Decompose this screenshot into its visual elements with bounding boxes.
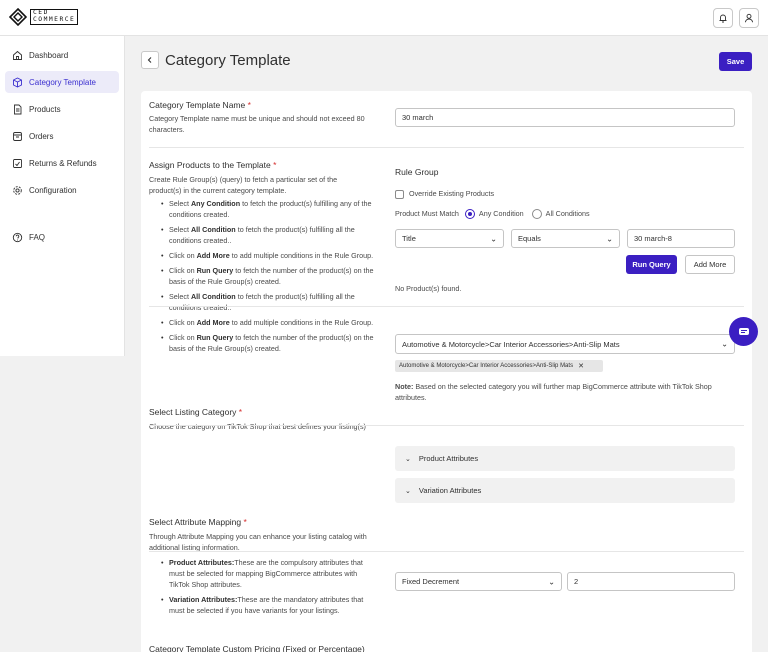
chevron-down-icon: ⌄ (721, 339, 728, 349)
sidebar-item-configuration[interactable]: Configuration (5, 179, 119, 201)
listing-category-description: Choose the category on TikTok Shop that … (149, 422, 366, 431)
attribute-mapping-description: Through Attribute Mapping you can enhanc… (149, 532, 367, 552)
override-existing-checkbox[interactable]: Override Existing Products (395, 188, 494, 199)
any-condition-radio[interactable] (464, 208, 475, 219)
query-result-text: No Product(s) found. (395, 284, 462, 293)
custom-pricing-title: Category Template Custom Pricing (Fixed … (149, 644, 365, 652)
logo-mark-icon (8, 7, 28, 27)
sidebar-item-label: Dashboard (29, 50, 69, 60)
chevron-down-icon: ⌄ (405, 455, 411, 463)
match-condition-group: Product Must Match Any Condition All Con… (395, 208, 590, 219)
listing-category-title: Select Listing Category * (149, 407, 243, 417)
home-icon (11, 49, 23, 61)
chevron-down-icon: ⌄ (490, 234, 497, 243)
list-item: Variation Attributes:These are the manda… (149, 594, 377, 616)
all-conditions-label[interactable]: All Conditions (546, 208, 590, 219)
list-item: Select Any Condition to fetch the produc… (149, 198, 379, 220)
assign-products-instructions: Select Any Condition to fetch the produc… (149, 198, 379, 354)
sidebar-item-label: Returns & Refunds (29, 158, 97, 168)
list-item: Product Attributes:These are the compuls… (149, 557, 377, 590)
user-account-button[interactable] (739, 8, 759, 28)
template-name-title: Category Template Name * (149, 100, 251, 110)
match-label: Product Must Match (395, 209, 459, 218)
list-item: Click on Add More to add multiple condit… (149, 250, 379, 261)
sidebar-item-label: Products (29, 104, 61, 114)
sidebar-item-label: FAQ (29, 232, 46, 242)
chevron-left-icon (147, 57, 152, 63)
sidebar: Dashboard Category Template Products Ord… (0, 36, 125, 356)
add-more-button[interactable]: Add More (685, 255, 735, 274)
sidebar-item-label: Orders (29, 131, 54, 141)
chat-support-button[interactable] (729, 317, 758, 346)
divider (149, 425, 744, 426)
template-name-description: Category Template name must be unique an… (149, 114, 365, 134)
user-icon (745, 13, 753, 23)
sidebar-item-faq[interactable]: FAQ (5, 226, 119, 248)
logo-line-2: COMMERCE (33, 16, 76, 23)
page-title: Category Template (165, 51, 291, 69)
divider (149, 551, 744, 552)
assign-products-title: Assign Products to the Template * (149, 160, 277, 170)
sidebar-item-dashboard[interactable]: Dashboard (5, 44, 119, 66)
list-item: Select All Condition to fetch the produc… (149, 224, 379, 246)
save-button[interactable]: Save (719, 52, 752, 71)
bell-icon (719, 14, 727, 23)
page-header: Category Template (141, 51, 291, 69)
pricing-value-input[interactable]: 2 (567, 572, 735, 591)
selected-category-tag: Automotive & Motorcycle>Car Interior Acc… (395, 360, 603, 372)
rule-operator-select[interactable]: Equals ⌄ (511, 229, 620, 248)
sidebar-item-orders[interactable]: Orders (5, 125, 119, 147)
sidebar-item-returns-refunds[interactable]: Returns & Refunds (5, 152, 119, 174)
gear-icon (11, 184, 23, 196)
attribute-mapping-instructions: Product Attributes:These are the compuls… (149, 557, 377, 616)
back-button[interactable] (141, 51, 159, 69)
remove-tag-icon[interactable]: ✕ (578, 362, 584, 370)
list-item: Select All Condition to fetch the produc… (149, 291, 379, 313)
chevron-down-icon: ⌄ (405, 487, 411, 495)
question-icon (11, 231, 23, 243)
rule-field-select[interactable]: Title ⌄ (395, 229, 504, 248)
top-bar: CED COMMERCE (0, 0, 768, 36)
notifications-button[interactable] (713, 8, 733, 28)
sidebar-item-category-template[interactable]: Category Template (5, 71, 119, 93)
cedcommerce-logo[interactable]: CED COMMERCE (8, 7, 79, 27)
chevron-down-icon: ⌄ (548, 577, 555, 586)
product-attributes-accordion[interactable]: ⌄ Product Attributes (395, 446, 735, 471)
cube-icon (11, 76, 23, 88)
run-query-button[interactable]: Run Query (626, 255, 677, 274)
rule-group-title: Rule Group (395, 167, 439, 177)
inbox-icon (11, 130, 23, 142)
variation-attributes-accordion[interactable]: ⌄ Variation Attributes (395, 478, 735, 503)
template-name-input[interactable]: 30 march (395, 108, 735, 127)
chat-icon (738, 327, 749, 335)
list-item: Click on Run Query to fetch the number o… (149, 332, 379, 354)
category-note: Note: Based on the selected category you… (395, 382, 712, 402)
attribute-mapping-title: Select Attribute Mapping * (149, 517, 247, 527)
pricing-type-select[interactable]: Fixed Decrement ⌄ (395, 572, 562, 591)
divider (149, 147, 744, 148)
returns-icon (11, 157, 23, 169)
sidebar-item-products[interactable]: Products (5, 98, 119, 120)
list-item: Click on Run Query to fetch the number o… (149, 265, 379, 287)
all-conditions-radio[interactable] (531, 208, 542, 219)
chevron-down-icon: ⌄ (606, 234, 613, 243)
sidebar-item-label: Configuration (29, 185, 77, 195)
list-item: Click on Add More to add multiple condit… (149, 317, 379, 328)
logo-text: CED COMMERCE (30, 9, 79, 25)
sidebar-item-label: Category Template (29, 77, 96, 87)
rule-value-input[interactable]: 30 march-8 (627, 229, 735, 248)
divider (149, 306, 744, 307)
document-icon (11, 103, 23, 115)
any-condition-label[interactable]: Any Condition (479, 208, 524, 219)
assign-products-description: Create Rule Group(s) (query) to fetch a … (149, 175, 338, 195)
checkbox-box[interactable] (395, 189, 404, 199)
listing-category-select[interactable]: Automotive & Motorcycle>Car Interior Acc… (395, 334, 735, 354)
template-form-card: Category Template Name * Category Templa… (141, 91, 752, 652)
